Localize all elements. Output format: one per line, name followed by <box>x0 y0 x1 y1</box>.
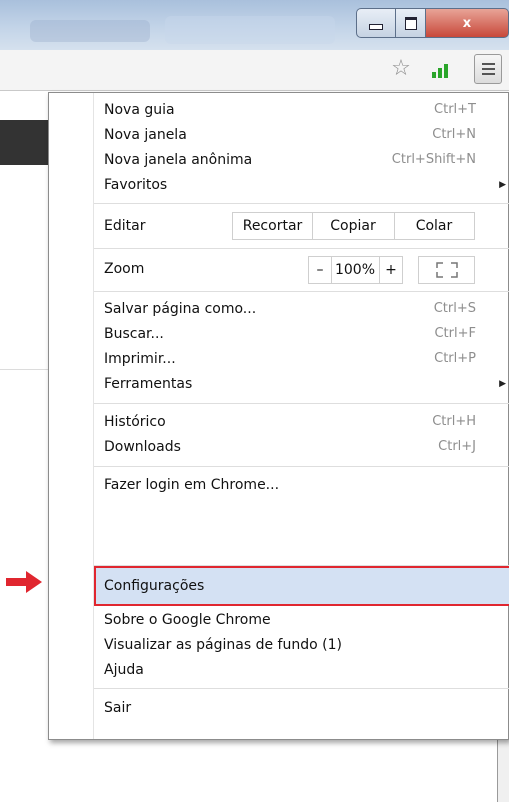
minimize-button[interactable] <box>356 8 396 38</box>
menu-item-downloads[interactable]: Downloads Ctrl+J <box>49 436 508 458</box>
zoom-level: 100% <box>331 256 379 284</box>
menu-item-label: Downloads <box>104 439 181 455</box>
menu-item-settings[interactable]: Configurações <box>49 575 508 597</box>
menu-item-label: Sobre o Google Chrome <box>104 612 271 628</box>
paste-button[interactable]: Colar <box>394 212 475 240</box>
menu-item-find[interactable]: Buscar... Ctrl+F <box>49 323 508 345</box>
menu-item-exit[interactable]: Sair <box>49 697 508 719</box>
close-button[interactable]: x <box>426 8 509 38</box>
menu-item-shortcut: Ctrl+Shift+N <box>391 152 476 167</box>
close-icon: x <box>462 15 472 31</box>
menu-item-new-tab[interactable]: Nova guia Ctrl+T <box>49 99 508 121</box>
menu-separator <box>94 203 509 204</box>
menu-item-tools[interactable]: Ferramentas ▶ <box>49 373 508 395</box>
menu-item-help[interactable]: Ajuda <box>49 659 508 681</box>
maximize-button[interactable] <box>396 8 426 38</box>
window-controls: x <box>356 8 509 38</box>
menu-item-label: Histórico <box>104 414 166 430</box>
red-arrow-icon <box>6 571 42 593</box>
menu-item-shortcut: Ctrl+H <box>432 414 476 429</box>
menu-item-incognito-window[interactable]: Nova janela anônima Ctrl+Shift+N <box>49 149 508 171</box>
menu-item-background-pages[interactable]: Visualizar as páginas de fundo (1) <box>49 634 508 656</box>
menu-item-label: Salvar página como... <box>104 301 257 317</box>
menu-item-label: Nova guia <box>104 102 175 118</box>
blurred-tab <box>165 16 335 44</box>
menu-item-label: Configurações <box>104 578 205 594</box>
maximize-icon <box>404 16 417 30</box>
menu-item-about-chrome[interactable]: Sobre o Google Chrome <box>49 609 508 631</box>
hamburger-menu-button[interactable] <box>474 54 502 84</box>
menu-item-shortcut: Ctrl+T <box>434 102 476 117</box>
menu-item-label: Nova janela anônima <box>104 152 253 168</box>
signal-icon[interactable] <box>432 62 454 78</box>
menu-item-label: Visualizar as páginas de fundo (1) <box>104 637 342 653</box>
menu-item-label: Buscar... <box>104 326 164 342</box>
menu-item-shortcut: Ctrl+F <box>434 326 476 341</box>
submenu-arrow-icon: ▶ <box>499 379 506 389</box>
menu-item-shortcut: Ctrl+P <box>434 351 476 366</box>
menu-item-label: Zoom <box>104 261 145 277</box>
menu-separator <box>94 403 509 404</box>
fullscreen-button[interactable] <box>418 256 475 284</box>
window-title-bar: x <box>0 0 509 50</box>
menu-separator <box>94 688 509 689</box>
menu-separator <box>94 291 509 292</box>
menu-item-history[interactable]: Histórico Ctrl+H <box>49 411 508 433</box>
chrome-menu: Nova guia Ctrl+T Nova janela Ctrl+N Nova… <box>48 92 509 740</box>
menu-item-label: Favoritos <box>104 177 168 193</box>
menu-item-print[interactable]: Imprimir... Ctrl+P <box>49 348 508 370</box>
menu-item-shortcut: Ctrl+N <box>432 127 476 142</box>
menu-item-sign-in[interactable]: Fazer login em Chrome... <box>49 474 508 496</box>
menu-item-label: Nova janela <box>104 127 187 143</box>
menu-item-label: Ferramentas <box>104 376 193 392</box>
cut-button[interactable]: Recortar <box>232 212 313 240</box>
menu-item-label: Sair <box>104 700 132 716</box>
menu-item-shortcut: Ctrl+S <box>433 301 476 316</box>
menu-item-new-window[interactable]: Nova janela Ctrl+N <box>49 124 508 146</box>
fullscreen-icon <box>435 262 458 278</box>
menu-separator <box>94 466 509 467</box>
menu-item-label: Imprimir... <box>104 351 176 367</box>
menu-separator <box>94 248 509 249</box>
menu-item-label: Editar <box>104 218 146 234</box>
menu-item-shortcut: Ctrl+J <box>438 439 476 454</box>
minimize-icon <box>369 24 383 30</box>
menu-item-save-page[interactable]: Salvar página como... Ctrl+S <box>49 298 508 320</box>
submenu-arrow-icon: ▶ <box>499 180 506 190</box>
copy-button[interactable]: Copiar <box>312 212 395 240</box>
page-scrollbar[interactable] <box>497 730 509 802</box>
blurred-tab <box>30 20 150 42</box>
menu-item-label: Fazer login em Chrome... <box>104 477 280 493</box>
menu-item-label: Ajuda <box>104 662 144 678</box>
star-icon[interactable]: ☆ <box>388 56 414 82</box>
browser-toolbar: ☆ <box>0 50 509 91</box>
zoom-in-button[interactable]: + <box>379 256 403 284</box>
zoom-out-button[interactable]: – <box>308 256 332 284</box>
menu-item-bookmarks[interactable]: Favoritos ▶ <box>49 174 508 196</box>
